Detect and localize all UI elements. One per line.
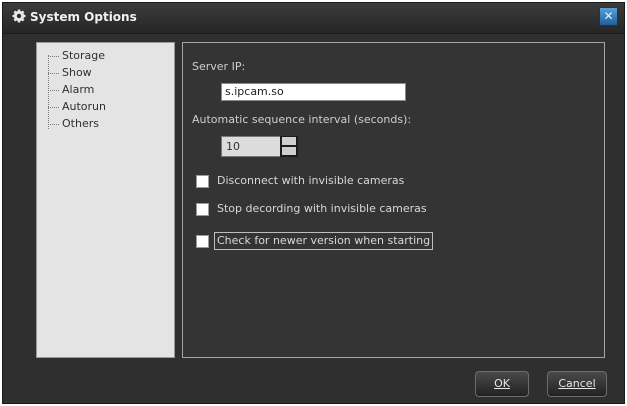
close-icon: ✕ [603,9,614,23]
spin-up-button[interactable] [282,137,296,145]
check-updates-checkbox[interactable] [196,235,209,248]
cancel-button[interactable]: Cancel [547,371,607,397]
sequence-interval-spinner[interactable] [280,136,298,157]
tree-item-storage[interactable]: Storage [48,48,105,64]
server-ip-label: Server IP: [192,60,246,73]
tree-item-show[interactable]: Show [48,65,92,81]
stop-decoding-checkbox[interactable] [196,203,209,216]
server-ip-input[interactable]: s.ipcam.so [221,83,406,101]
stop-decoding-label[interactable]: Stop decording with invisible cameras [217,201,427,217]
close-button[interactable]: ✕ [599,7,618,26]
disconnect-invisible-checkbox[interactable] [196,175,209,188]
title-bar[interactable]: System Options ✕ [3,3,624,34]
ok-button[interactable]: OK [475,371,529,397]
tree-item-alarm[interactable]: Alarm [48,82,94,98]
sequence-interval-label: Automatic sequence interval (seconds): [192,113,412,126]
tree-item-others[interactable]: Others [48,116,99,132]
system-options-dialog: System Options ✕ Storage Show Alarm Auto… [2,2,625,404]
check-updates-label[interactable]: Check for newer version when starting [214,232,434,250]
options-tree: Storage Show Alarm Autorun Others [36,42,175,358]
tree-item-autorun[interactable]: Autorun [48,99,106,115]
disconnect-invisible-label[interactable]: Disconnect with invisible cameras [217,173,404,189]
window-title: System Options [30,10,137,24]
gear-icon [12,9,26,23]
others-settings-panel: Server IP: s.ipcam.so Automatic sequence… [182,42,605,358]
sequence-interval-input[interactable]: 10 [221,136,281,157]
spin-down-button[interactable] [282,147,296,155]
